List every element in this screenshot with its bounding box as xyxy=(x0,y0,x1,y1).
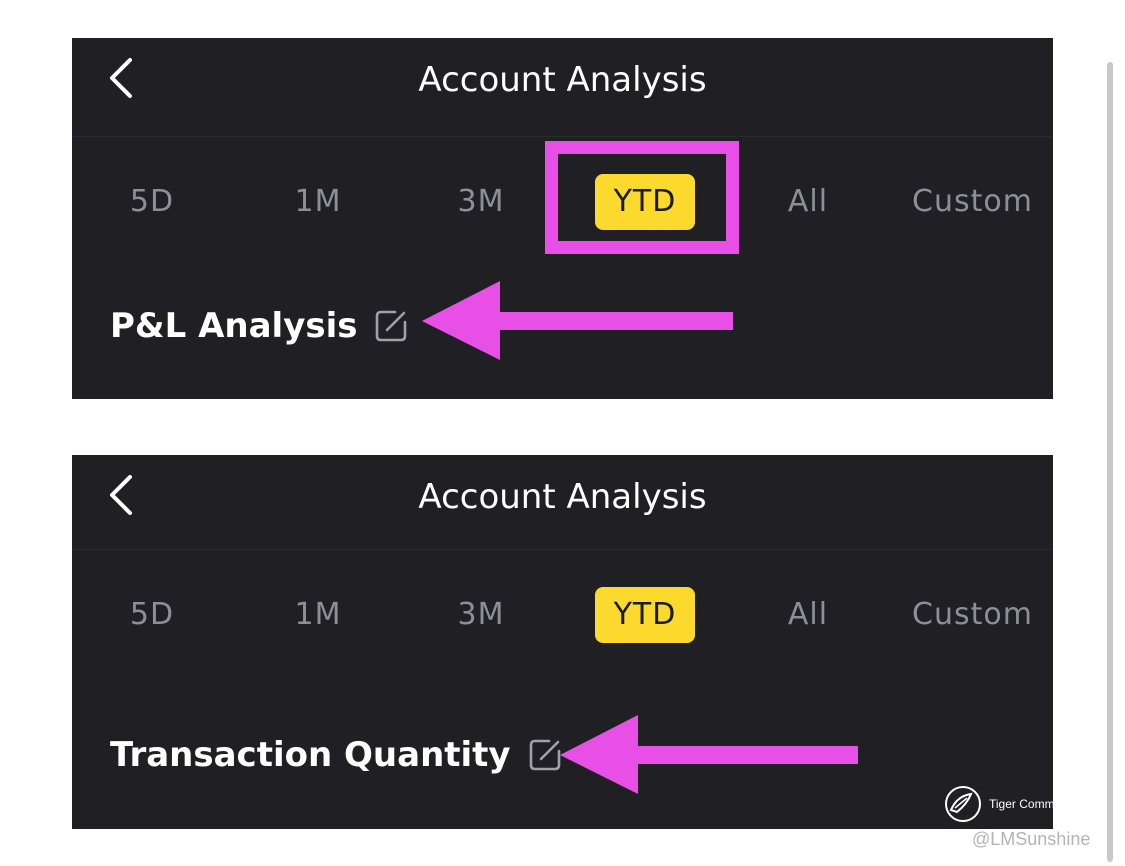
tab-5d[interactable]: 5D xyxy=(127,174,177,230)
tab-3m[interactable]: 3M xyxy=(453,174,509,230)
transaction-quantity-section: Transaction Quantity xyxy=(110,731,563,779)
tab-all[interactable]: All xyxy=(783,174,833,230)
edit-icon[interactable] xyxy=(527,737,563,773)
tiger-logo-icon xyxy=(945,786,981,822)
tab-1m[interactable]: 1M xyxy=(290,174,346,230)
tab-custom[interactable]: Custom xyxy=(912,587,1032,643)
header: Account Analysis xyxy=(72,38,1053,137)
tab-ytd-active[interactable]: YTD xyxy=(595,587,695,643)
account-analysis-panel-ytd-transactions: Account Analysis 5D 1M 3M YTD All Custom… xyxy=(72,455,1053,829)
screenshot-composite: Account Analysis 5D 1M 3M YTD All Custom… xyxy=(0,0,1125,866)
section-title: P&L Analysis xyxy=(110,306,358,346)
period-tabs: 5D 1M 3M YTD All Custom xyxy=(72,587,1053,643)
watermark-brand: Tiger Community xyxy=(989,797,1080,811)
watermark: Tiger Community xyxy=(943,784,1080,824)
page-title: Account Analysis xyxy=(418,477,707,517)
page-title: Account Analysis xyxy=(418,60,707,100)
header: Account Analysis xyxy=(72,455,1053,550)
highlight-box-ytd xyxy=(545,141,739,254)
tab-5d[interactable]: 5D xyxy=(127,587,177,643)
tab-3m[interactable]: 3M xyxy=(453,587,509,643)
watermark-user: @LMSunshine xyxy=(972,829,1091,849)
pl-analysis-section: P&L Analysis xyxy=(110,302,409,350)
edit-icon[interactable] xyxy=(373,308,409,344)
tab-1m[interactable]: 1M xyxy=(290,587,346,643)
scrollbar[interactable] xyxy=(1107,62,1113,862)
tab-all[interactable]: All xyxy=(783,587,833,643)
section-title: Transaction Quantity xyxy=(110,735,511,775)
tab-custom[interactable]: Custom xyxy=(912,174,1032,230)
